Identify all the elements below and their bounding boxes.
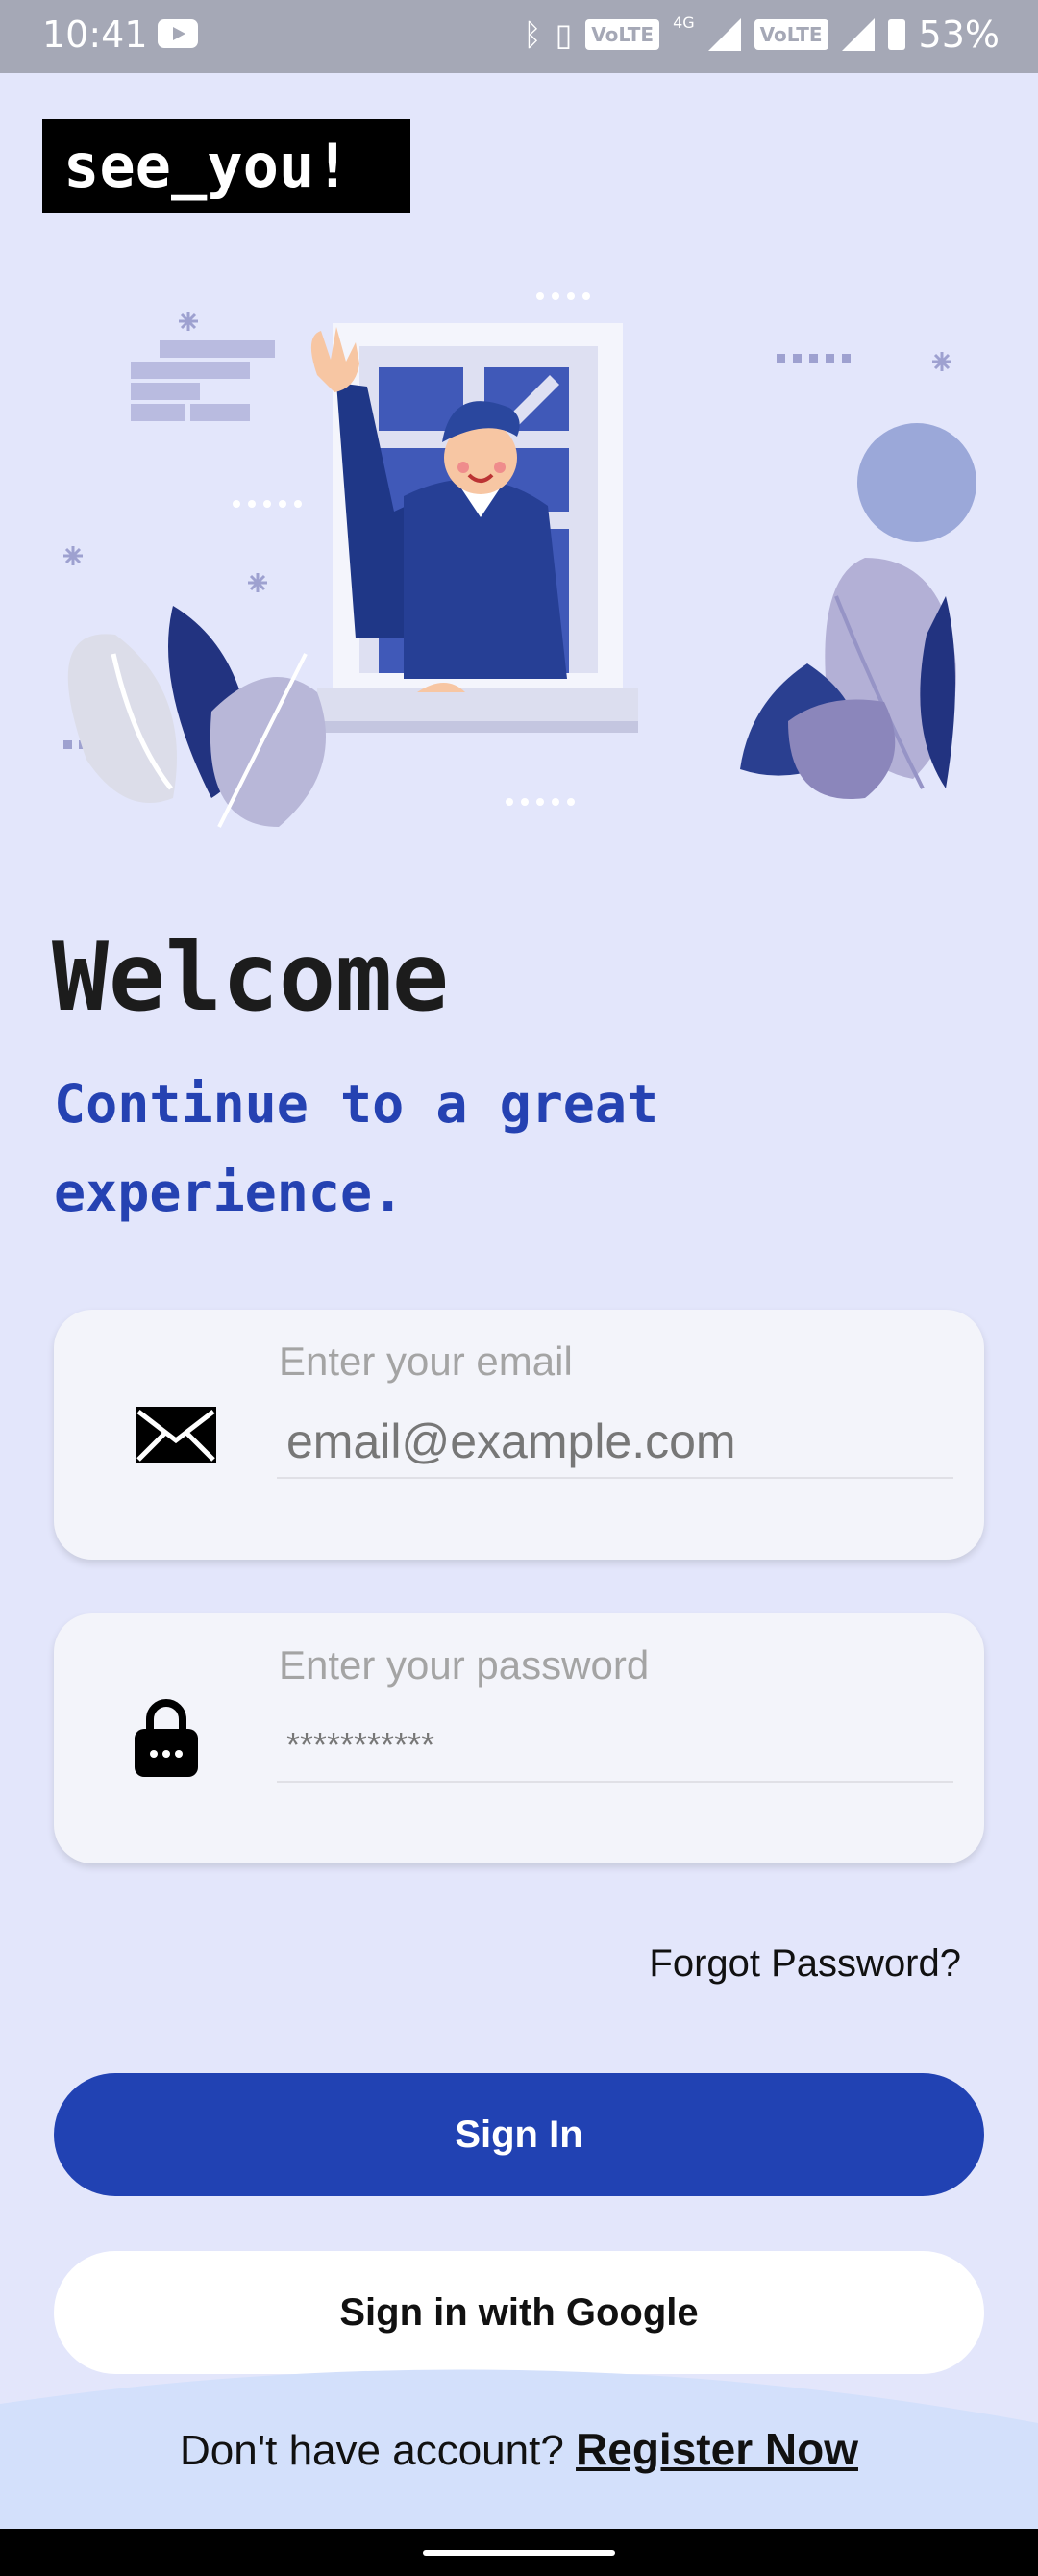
register-now-link[interactable]: Register Now bbox=[576, 2424, 858, 2474]
volte-badge: VoLTE bbox=[585, 19, 660, 50]
envelope-icon bbox=[136, 1407, 216, 1463]
network-type: 4G bbox=[673, 13, 695, 32]
no-account-text: Don't have account? bbox=[180, 2427, 564, 2474]
email-label: Enter your email bbox=[279, 1338, 573, 1384]
status-time: 10:41 bbox=[42, 13, 148, 56]
sign-in-google-button[interactable]: Sign in with Google bbox=[54, 2251, 984, 2374]
volte-badge-2: VoLTE bbox=[754, 19, 828, 50]
password-label: Enter your password bbox=[279, 1642, 650, 1688]
email-input[interactable] bbox=[277, 1406, 953, 1479]
password-field-card: Enter your password bbox=[54, 1613, 984, 1863]
app-logo: see_you! bbox=[42, 119, 410, 213]
email-field-card: Enter your email bbox=[54, 1310, 984, 1560]
status-icons: ᛒ ▯ VoLTE 4G VoLTE 53% bbox=[523, 13, 1000, 56]
signal-icon bbox=[707, 18, 741, 51]
system-nav-bar bbox=[0, 2529, 1038, 2576]
welcome-illustration bbox=[63, 292, 976, 828]
sign-in-button[interactable]: Sign In bbox=[54, 2073, 984, 2196]
password-input[interactable] bbox=[277, 1710, 953, 1783]
register-row: Don't have account? Register Now bbox=[0, 2423, 1038, 2475]
battery-icon bbox=[887, 19, 905, 50]
youtube-notification-icon bbox=[158, 19, 198, 48]
welcome-title: Welcome bbox=[52, 923, 450, 1033]
forgot-password-link[interactable]: Forgot Password? bbox=[649, 1942, 961, 1986]
bluetooth-icon: ᛒ bbox=[523, 16, 542, 53]
status-bar: 10:41 ᛒ ▯ VoLTE 4G VoLTE 53% bbox=[0, 0, 1038, 73]
vibrate-icon: ▯ bbox=[555, 16, 573, 53]
battery-percent: 53% bbox=[918, 13, 1000, 56]
home-gesture-handle[interactable] bbox=[423, 2550, 615, 2556]
lock-icon bbox=[135, 1699, 198, 1777]
signal-icon-2 bbox=[841, 18, 875, 51]
welcome-subtitle: Continue to a great experience. bbox=[54, 1073, 659, 1223]
